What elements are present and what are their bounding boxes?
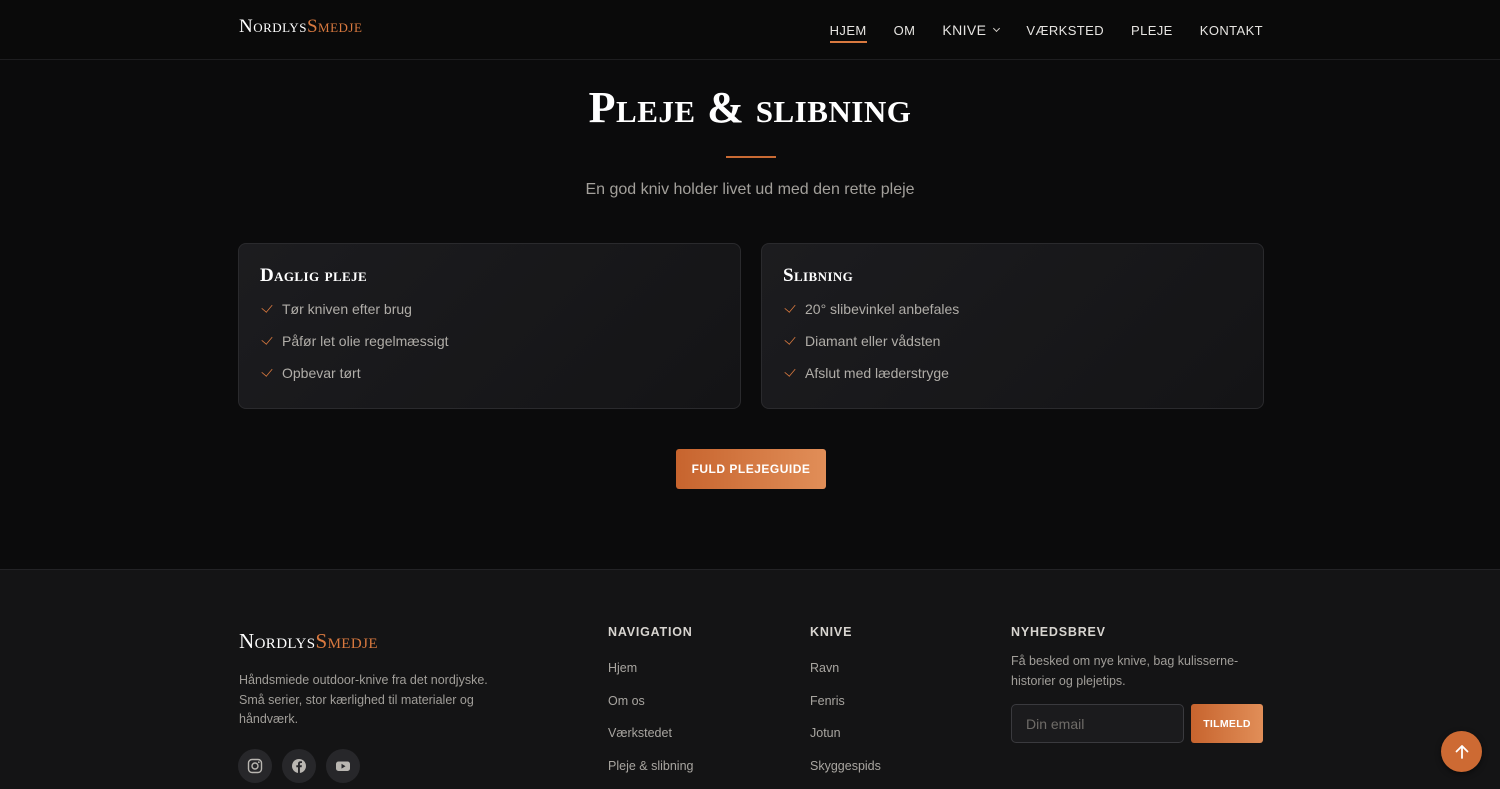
footer-link-about[interactable]: Om os xyxy=(608,694,645,708)
list-item: Diamant eller vådsten xyxy=(783,325,1242,357)
list-item-text: 20° slibevinkel anbefales xyxy=(805,301,960,317)
check-icon xyxy=(261,333,273,345)
check-icon xyxy=(261,365,273,377)
footer-description: Håndsmiede outdoor-knive fra det nordjys… xyxy=(239,673,488,726)
footer-logo[interactable]: NordlysSmedje xyxy=(239,629,378,654)
youtube-button[interactable] xyxy=(326,749,360,783)
title-divider xyxy=(726,156,776,158)
instagram-button[interactable] xyxy=(238,749,272,783)
check-icon xyxy=(784,333,796,345)
main-nav: HJEM OM KNIVE VÆRKSTED PLEJE KONTAKT xyxy=(829,0,1263,60)
scroll-to-top-button[interactable] xyxy=(1441,731,1482,772)
newsletter-subscribe-button[interactable]: TILMELD xyxy=(1191,704,1263,743)
footer-link-care[interactable]: Pleje & slibning xyxy=(608,759,693,773)
newsletter-email-input[interactable] xyxy=(1011,704,1184,743)
care-list: Tør kniven efter brug Påfør let olie reg… xyxy=(260,293,719,389)
nav-item-workshop[interactable]: VÆRKSTED xyxy=(1026,0,1104,60)
list-item-text: Opbevar tørt xyxy=(282,365,361,381)
footer-nav-title: NAVIGATION xyxy=(608,625,693,639)
facebook-button[interactable] xyxy=(282,749,316,783)
footer-logo-accent-text: Smedje xyxy=(315,629,378,653)
arrow-up-icon xyxy=(1455,744,1468,759)
logo-main-text: Nordlys xyxy=(239,16,307,37)
newsletter-text: Få besked om nye knive, bag kulisserne-h… xyxy=(1011,654,1239,688)
footer-logo-main-text: Nordlys xyxy=(239,629,316,653)
list-item: Påfør let olie regelmæssigt xyxy=(260,325,719,357)
footer-knives-title: KNIVE xyxy=(810,625,853,639)
nav-item-care[interactable]: PLEJE xyxy=(1131,0,1173,60)
card-title: Slibning xyxy=(783,265,854,286)
full-care-guide-button[interactable]: FULD PLEJEGUIDE xyxy=(676,449,826,489)
footer-link-skyggespids[interactable]: Skyggespids xyxy=(810,759,881,773)
list-item: Opbevar tørt xyxy=(260,357,719,389)
footer-link-workshop[interactable]: Værkstedet xyxy=(608,726,672,740)
chevron-down-icon xyxy=(993,24,1001,33)
youtube-icon xyxy=(336,761,350,771)
list-item-text: Afslut med læderstryge xyxy=(805,365,949,381)
footer-link-fenris[interactable]: Fenris xyxy=(810,694,845,708)
nav-item-home[interactable]: HJEM xyxy=(829,0,867,60)
footer-link-home[interactable]: Hjem xyxy=(608,661,637,675)
footer-newsletter-title: NYHEDSBREV xyxy=(1011,625,1106,639)
list-item: Tør kniven efter brug xyxy=(260,293,719,325)
care-list: 20° slibevinkel anbefales Diamant eller … xyxy=(783,293,1242,389)
care-card-sharpening: Slibning 20° slibevinkel anbefales Diama… xyxy=(761,243,1264,409)
site-logo[interactable]: NordlysSmedje xyxy=(239,16,362,38)
facebook-icon xyxy=(292,759,306,773)
logo-accent-text: Smedje xyxy=(306,16,363,37)
care-card-daily: Daglig pleje Tør kniven efter brug Påfør… xyxy=(238,243,741,409)
list-item: Afslut med læderstryge xyxy=(783,357,1242,389)
nav-item-contact[interactable]: KONTAKT xyxy=(1200,0,1263,60)
site-header: NordlysSmedje HJEM OM KNIVE VÆRKSTED PLE… xyxy=(0,0,1500,60)
check-icon xyxy=(261,301,273,313)
list-item-text: Tør kniven efter brug xyxy=(282,301,412,317)
section-subtitle: En god kniv holder livet ud med den rett… xyxy=(585,181,915,198)
check-icon xyxy=(784,365,796,377)
nav-item-knives[interactable]: KNIVE xyxy=(942,0,1001,60)
nav-item-about[interactable]: OM xyxy=(894,0,916,60)
footer-link-ravn[interactable]: Ravn xyxy=(810,661,839,675)
site-footer: NordlysSmedje Håndsmiede outdoor-knive f… xyxy=(0,569,1500,789)
footer-link-jotun[interactable]: Jotun xyxy=(810,726,841,740)
section-title: Pleje & slibning xyxy=(588,83,912,132)
list-item: 20° slibevinkel anbefales xyxy=(783,293,1242,325)
list-item-text: Diamant eller vådsten xyxy=(805,333,941,349)
list-item-text: Påfør let olie regelmæssigt xyxy=(282,333,449,349)
card-title: Daglig pleje xyxy=(260,265,368,286)
instagram-icon xyxy=(247,758,263,774)
check-icon xyxy=(784,301,796,313)
nav-item-knives-label: KNIVE xyxy=(942,22,987,38)
